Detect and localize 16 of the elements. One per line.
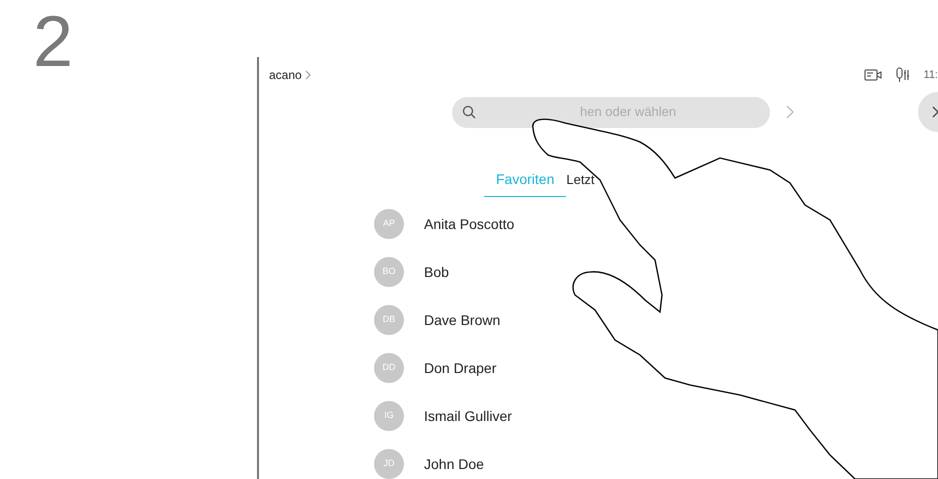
chevron-right-icon: [304, 70, 311, 80]
camera-settings-icon[interactable]: [864, 68, 882, 82]
search-input[interactable]: hen oder wählen: [580, 102, 760, 122]
breadcrumb[interactable]: acano: [269, 66, 302, 84]
tab[interactable]: Letzt: [566, 169, 595, 197]
contact-name[interactable]: Don Draper: [424, 358, 496, 378]
microphone-settings-icon[interactable]: [896, 67, 910, 83]
search-icon: [462, 105, 476, 119]
contact-name[interactable]: John Doe: [424, 454, 484, 474]
step-number: 2: [33, 6, 74, 78]
contact-name[interactable]: Bob: [424, 262, 449, 282]
contact-name[interactable]: Anita Poscotto: [424, 214, 514, 234]
contact-name[interactable]: Dave Brown: [424, 310, 500, 330]
clock-time: 11:: [924, 68, 938, 83]
search-field[interactable]: hen oder wählen: [452, 96, 770, 128]
contact-name[interactable]: Ismail Gulliver: [424, 406, 512, 426]
